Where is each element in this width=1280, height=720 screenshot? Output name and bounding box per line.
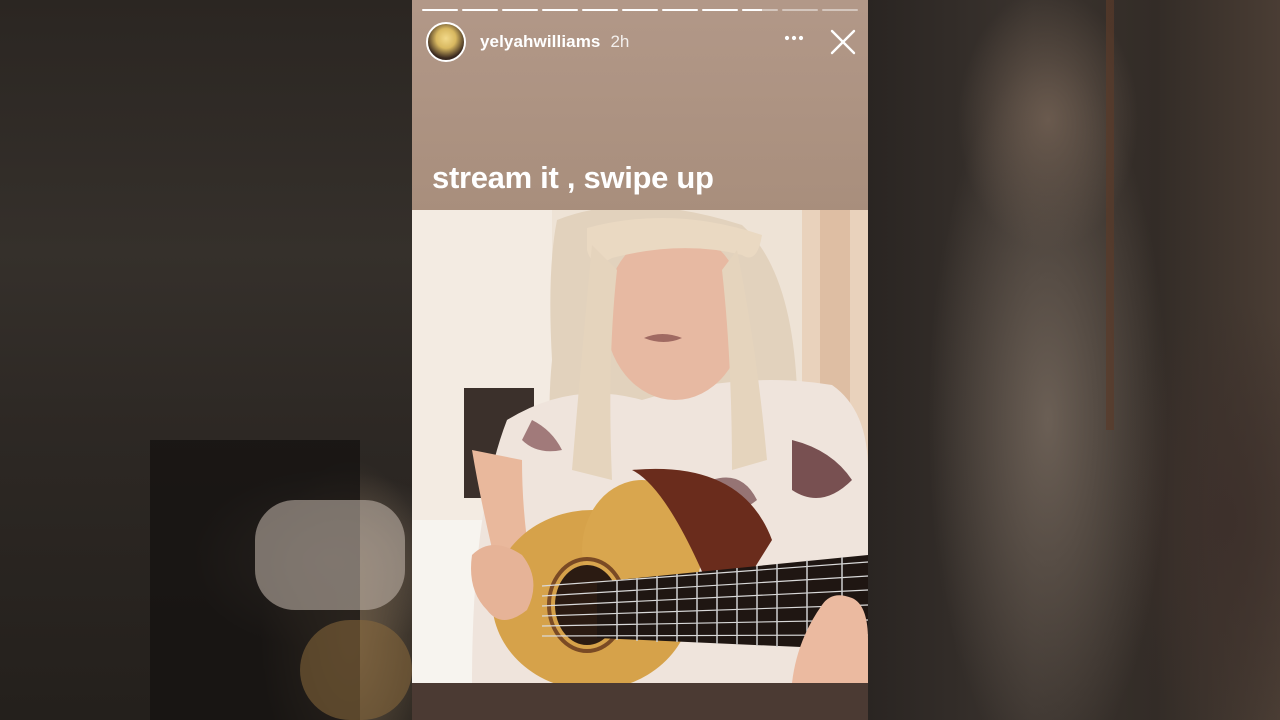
close-icon[interactable] [828,27,858,57]
story-caption: stream it , swipe up [432,160,714,195]
progress-fill [742,9,762,11]
blurred-background-left [0,0,412,720]
progress-fill [542,9,578,11]
progress-segment [742,9,778,11]
username[interactable]: yelyahwilliams [480,32,600,52]
story-video[interactable] [412,210,868,683]
progress-segment [582,9,618,11]
more-options-icon[interactable] [782,30,806,54]
story-progress-bar [422,9,858,12]
progress-fill [422,9,458,11]
blurred-background-right [868,0,1280,720]
story-viewer[interactable]: yelyahwilliams 2h stream it , swipe up [412,0,868,720]
progress-fill [502,9,538,11]
avatar[interactable] [426,22,466,62]
progress-fill [702,9,738,11]
progress-segment [702,9,738,11]
progress-segment [662,9,698,11]
progress-segment [822,9,858,11]
progress-segment [782,9,818,11]
progress-fill [622,9,658,11]
progress-fill [662,9,698,11]
progress-segment [502,9,538,11]
bottom-strip [412,683,868,720]
progress-fill [462,9,498,11]
progress-segment [462,9,498,11]
progress-fill [582,9,618,11]
progress-segment [542,9,578,11]
story-header: yelyahwilliams 2h [426,22,858,62]
progress-segment [422,9,458,11]
timestamp: 2h [610,32,630,51]
progress-segment [622,9,658,11]
